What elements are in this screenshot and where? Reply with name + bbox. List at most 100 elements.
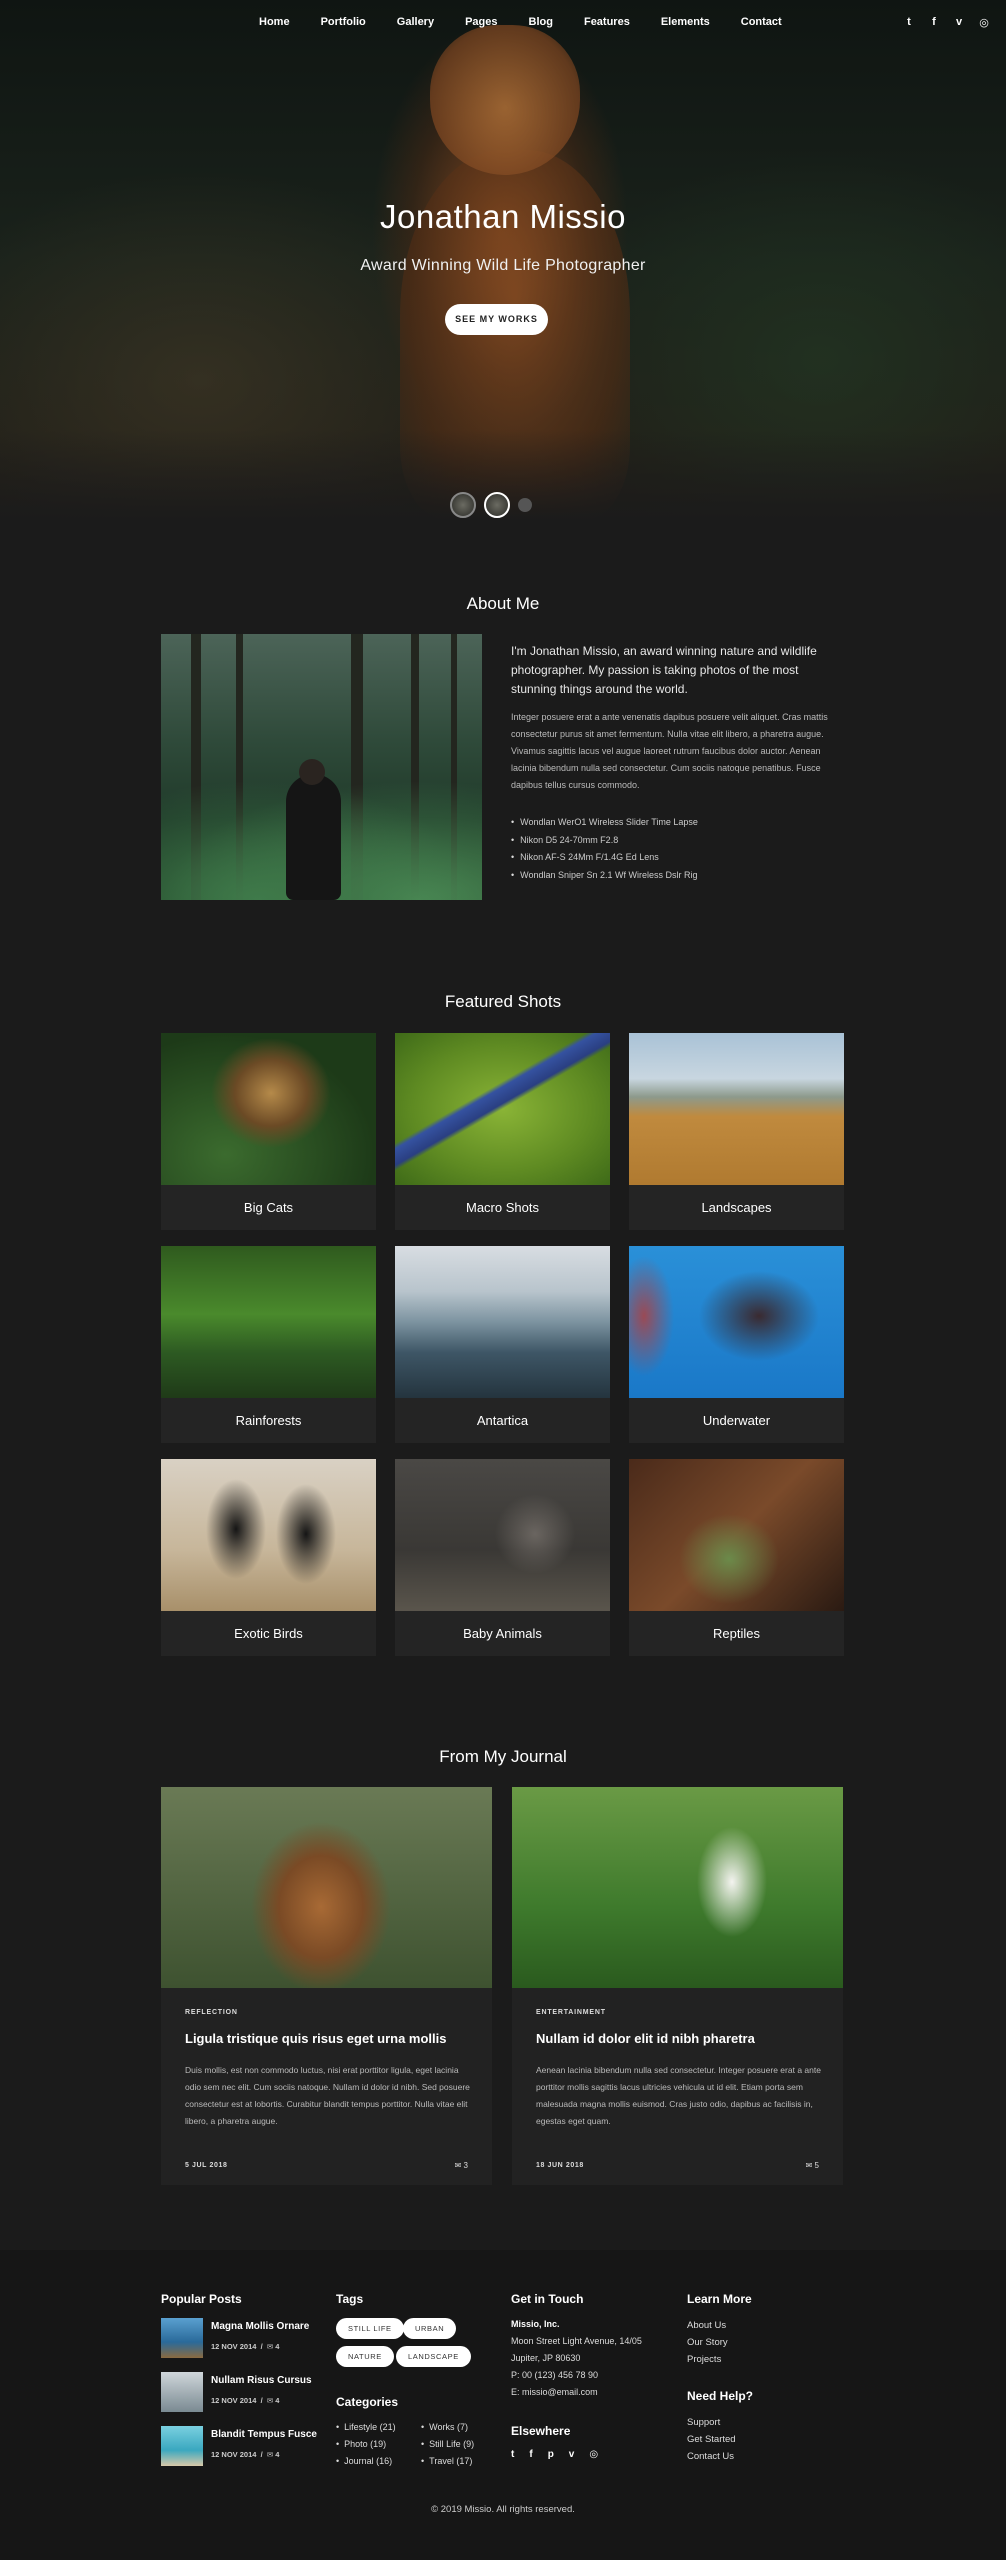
- post-category[interactable]: REFLECTION: [185, 2009, 238, 2016]
- featured-card-reptiles[interactable]: Reptiles: [629, 1459, 844, 1656]
- instagram-icon[interactable]: ◎: [978, 16, 990, 29]
- category-item[interactable]: Journal (16): [336, 2453, 396, 2470]
- featured-card-underwater[interactable]: Underwater: [629, 1246, 844, 1443]
- featured-card-macro-shots[interactable]: Macro Shots: [395, 1033, 610, 1230]
- instagram-icon[interactable]: ◎: [589, 2449, 598, 2460]
- need-help-links: Support Get Started Contact Us: [687, 2414, 736, 2465]
- about-body: Integer posuere erat a ante venenatis da…: [511, 712, 828, 790]
- big-cats-image: [161, 1033, 376, 1185]
- address-line-2: Jupiter, JP 80630: [511, 2353, 581, 2363]
- card-label: Underwater: [702, 1413, 771, 1428]
- footer-link-contact-us[interactable]: Contact Us: [687, 2448, 736, 2465]
- post-category[interactable]: ENTERTAINMENT: [536, 2009, 606, 2016]
- twitter-icon[interactable]: t: [903, 16, 915, 29]
- footer-link-projects[interactable]: Projects: [687, 2351, 728, 2368]
- elsewhere-title: Elsewhere: [511, 2424, 571, 2438]
- slider-thumb-3[interactable]: [518, 498, 532, 512]
- featured-card-landscapes[interactable]: Landscapes: [629, 1033, 844, 1230]
- featured-card-rainforests[interactable]: Rainforests: [161, 1246, 376, 1443]
- featured-heading: Featured Shots: [444, 992, 562, 1011]
- top-navigation: Home Portfolio Gallery Pages Blog Featur…: [0, 16, 1006, 34]
- nav-features[interactable]: Features: [584, 16, 630, 28]
- popular-post-item[interactable]: Blandit Tempus Fusce 12 NOV 2014 / ✉ 4: [161, 2426, 321, 2466]
- pinterest-icon[interactable]: p: [548, 2449, 554, 2460]
- journal-post-image[interactable]: [512, 1787, 843, 1988]
- popular-post-item[interactable]: Magna Mollis Ornare 12 NOV 2014 / ✉ 4: [161, 2318, 321, 2358]
- card-label: Landscapes: [701, 1200, 772, 1215]
- vimeo-icon[interactable]: v: [569, 2449, 575, 2460]
- list-item: Nikon D5 24-70mm F2.8: [511, 832, 846, 850]
- landscapes-image: [629, 1033, 844, 1185]
- post-title[interactable]: Ligula tristique quis risus eget urna mo…: [185, 2031, 447, 2046]
- post-title[interactable]: Nullam id dolor elit id nibh pharetra: [536, 2031, 755, 2046]
- nav-pages[interactable]: Pages: [465, 16, 497, 28]
- tag-landscape[interactable]: LANDSCAPE: [396, 2346, 471, 2367]
- email-address[interactable]: E: missio@email.com: [511, 2384, 642, 2401]
- underwater-image: [629, 1246, 844, 1398]
- card-label: Reptiles: [713, 1626, 760, 1641]
- footer-link-get-started[interactable]: Get Started: [687, 2431, 736, 2448]
- journal-heading: From My Journal: [439, 1747, 567, 1766]
- featured-card-antartica[interactable]: Antartica: [395, 1246, 610, 1443]
- hero-subtitle: Award Winning Wild Life Photographer: [360, 257, 646, 274]
- footer-link-about-us[interactable]: About Us: [687, 2317, 728, 2334]
- about-heading: About Me: [466, 594, 540, 613]
- category-item[interactable]: Photo (19): [336, 2436, 396, 2453]
- company-name: Missio, Inc.: [511, 2319, 560, 2329]
- facebook-icon[interactable]: f: [928, 16, 940, 29]
- nav-portfolio[interactable]: Portfolio: [321, 16, 366, 28]
- slider-thumb-1[interactable]: [450, 492, 476, 518]
- nav-home[interactable]: Home: [259, 16, 290, 28]
- popular-post-title[interactable]: Magna Mollis Ornare: [211, 2321, 309, 2332]
- comment-icon: ✉: [266, 2450, 276, 2459]
- journal-post-1: REFLECTION Ligula tristique quis risus e…: [161, 1787, 492, 2185]
- footer-link-support[interactable]: Support: [687, 2414, 736, 2431]
- nav-elements[interactable]: Elements: [661, 16, 710, 28]
- nav-contact[interactable]: Contact: [741, 16, 782, 28]
- copyright: © 2019 Missio. All rights reserved.: [431, 2504, 575, 2515]
- popular-post-thumb: [161, 2372, 203, 2412]
- see-my-works-button[interactable]: SEE MY WORKS: [445, 304, 548, 335]
- post-comments[interactable]: ✉ 3: [455, 2161, 468, 2170]
- macro-shots-image: [395, 1033, 610, 1185]
- twitter-icon[interactable]: t: [511, 2449, 514, 2460]
- nav-gallery[interactable]: Gallery: [397, 16, 434, 28]
- card-label: Baby Animals: [463, 1626, 542, 1641]
- comment-icon: ✉: [454, 2161, 464, 2170]
- slider-thumb-2[interactable]: [484, 492, 510, 518]
- nav-blog[interactable]: Blog: [529, 16, 553, 28]
- hero-slider-thumbnails: [450, 492, 532, 518]
- tag-nature[interactable]: NATURE: [336, 2346, 394, 2367]
- footer-link-our-story[interactable]: Our Story: [687, 2334, 728, 2351]
- facebook-icon[interactable]: f: [529, 2449, 532, 2460]
- featured-card-exotic-birds[interactable]: Exotic Birds: [161, 1459, 376, 1656]
- journal-post-image[interactable]: [161, 1787, 492, 1988]
- category-item[interactable]: Travel (17): [421, 2453, 474, 2470]
- category-item[interactable]: Still Life (9): [421, 2436, 474, 2453]
- exotic-birds-image: [161, 1459, 376, 1611]
- rainforests-image: [161, 1246, 376, 1398]
- popular-post-item[interactable]: Nullam Risus Cursus 12 NOV 2014 / ✉ 4: [161, 2372, 321, 2412]
- tag-urban[interactable]: URBAN: [403, 2318, 457, 2339]
- tag-still-life[interactable]: STILL LIFE: [336, 2318, 404, 2339]
- learn-more-title: Learn More: [687, 2292, 752, 2306]
- categories-list-right: Works (7) Still Life (9) Travel (17): [421, 2419, 474, 2470]
- category-item[interactable]: Works (7): [421, 2419, 474, 2436]
- vimeo-icon[interactable]: v: [953, 16, 965, 29]
- popular-post-meta: 12 NOV 2014 / ✉ 4: [211, 2342, 280, 2351]
- category-item[interactable]: Lifestyle (21): [336, 2419, 396, 2436]
- footer-social-links: t f p v ◎: [511, 2449, 598, 2460]
- post-comments[interactable]: ✉ 5: [806, 2161, 819, 2170]
- popular-post-meta: 12 NOV 2014 / ✉ 4: [211, 2396, 280, 2405]
- learn-more-links: About Us Our Story Projects: [687, 2317, 728, 2368]
- card-label: Antartica: [476, 1413, 529, 1428]
- card-label: Macro Shots: [466, 1200, 539, 1215]
- list-item: Wondlan WerO1 Wireless Slider Time Lapse: [511, 814, 846, 832]
- contact-info: Missio, Inc. Moon Street Light Avenue, 1…: [511, 2316, 642, 2401]
- about-text: I'm Jonathan Missio, an award winning na…: [511, 642, 846, 884]
- gear-list: Wondlan WerO1 Wireless Slider Time Lapse…: [511, 814, 846, 884]
- popular-post-title[interactable]: Blandit Tempus Fusce: [211, 2429, 317, 2440]
- popular-post-title[interactable]: Nullam Risus Cursus: [211, 2375, 312, 2386]
- featured-card-baby-animals[interactable]: Baby Animals: [395, 1459, 610, 1656]
- featured-card-big-cats[interactable]: Big Cats: [161, 1033, 376, 1230]
